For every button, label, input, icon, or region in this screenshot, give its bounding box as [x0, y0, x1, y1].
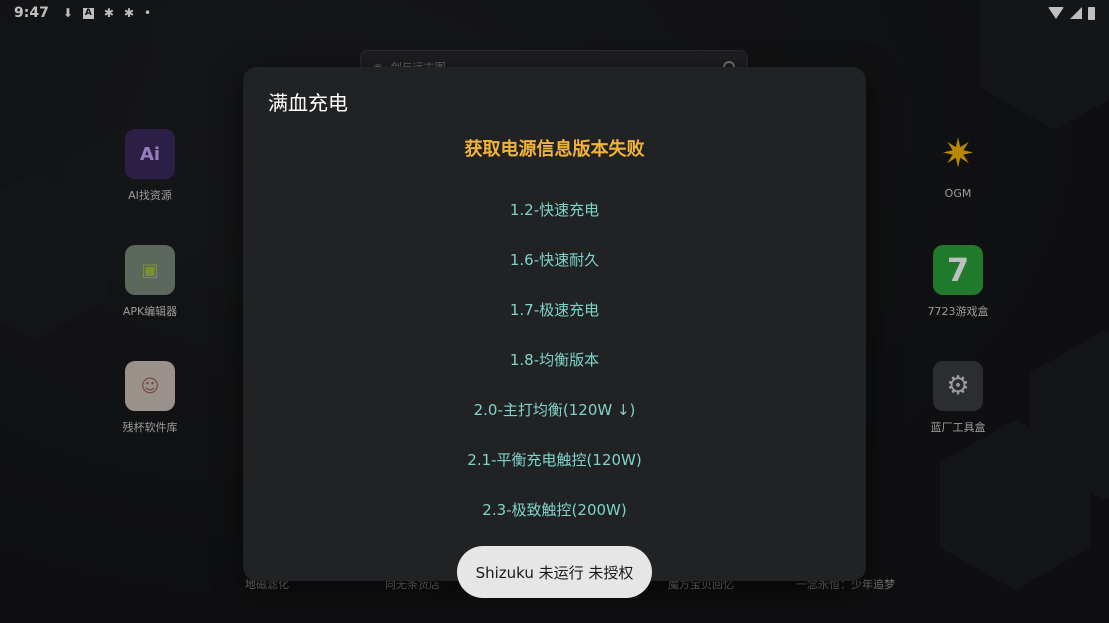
- option-1-6-fast-durable[interactable]: 1.6-快速耐久: [243, 249, 866, 270]
- option-1-2-fast-charge[interactable]: 1.2-快速充电: [243, 199, 866, 220]
- dialog-warning-text: 获取电源信息版本失败: [464, 139, 645, 160]
- option-2-1-balanced-touch-120w[interactable]: 2.1-平衡充电触控(120W): [243, 449, 866, 470]
- option-2-0-balanced-120w[interactable]: 2.0-主打均衡(120W ↓): [243, 399, 866, 420]
- shizuku-toast: Shizuku 未运行 未授权: [457, 546, 652, 598]
- option-1-7-rapid-charge[interactable]: 1.7-极速充电: [243, 299, 866, 320]
- toast-text: Shizuku 未运行 未授权: [475, 563, 634, 582]
- option-1-8-balanced[interactable]: 1.8-均衡版本: [243, 349, 866, 370]
- full-charge-dialog: 满血充电 获取电源信息版本失败 1.2-快速充电 1.6-快速耐久 1.7-极速…: [243, 67, 866, 581]
- option-2-3-extreme-touch-200w[interactable]: 2.3-极致触控(200W): [243, 499, 866, 520]
- home-screen: 9:47 ⬇ A ✱ ✱ • ◉ 剑与远古图 Ai AI找资源 ▣ APK编辑器…: [0, 0, 1109, 623]
- dialog-title: 满血充电: [268, 91, 348, 115]
